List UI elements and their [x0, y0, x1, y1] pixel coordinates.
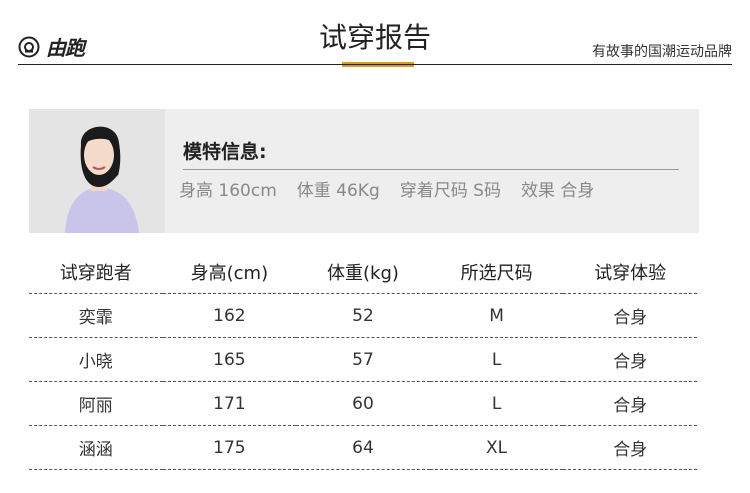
- cell-weight: 57: [296, 337, 430, 382]
- table-row: 小晓 165 57 L 合身: [29, 337, 697, 382]
- table-row: 阿丽 171 60 L 合身: [29, 381, 697, 426]
- model-section-title: 模特信息:: [183, 141, 267, 163]
- cell-experience: 合身: [563, 425, 697, 470]
- model-details: 身高 160cm 体重 46Kg 穿着尺码 S码 效果 合身: [179, 176, 614, 201]
- cell-size: M: [429, 293, 564, 338]
- model-divider: [183, 169, 679, 170]
- cell-height: 171: [162, 381, 297, 426]
- cell-runner: 阿丽: [29, 381, 163, 426]
- header-experience: 试穿体验: [563, 250, 697, 294]
- cell-weight: 52: [296, 293, 430, 338]
- cell-weight: 64: [296, 425, 430, 470]
- cell-weight: 60: [296, 381, 430, 426]
- cell-runner: 小晓: [29, 337, 163, 382]
- table-row: 涵涵 175 64 XL 合身: [29, 425, 697, 470]
- cell-size: XL: [429, 425, 564, 470]
- header-weight: 体重(kg): [296, 250, 430, 294]
- cell-height: 165: [162, 337, 297, 382]
- header-divider: [18, 64, 732, 65]
- cell-runner: 奕霏: [29, 293, 163, 338]
- cell-experience: 合身: [563, 293, 697, 338]
- cell-height: 162: [162, 293, 297, 338]
- model-size: 穿着尺码 S码: [399, 181, 501, 201]
- cell-height: 175: [162, 425, 297, 470]
- cell-size: L: [429, 381, 564, 426]
- model-effect: 效果 合身: [520, 181, 595, 201]
- fit-table: 试穿跑者 身高(cm) 体重(kg) 所选尺码 试穿体验 奕霏 162 52 M…: [29, 250, 697, 470]
- table-header-row: 试穿跑者 身高(cm) 体重(kg) 所选尺码 试穿体验: [29, 250, 697, 294]
- header-height: 身高(cm): [162, 250, 297, 294]
- header-runner: 试穿跑者: [29, 250, 163, 294]
- model-height: 身高 160cm: [179, 181, 277, 201]
- model-weight: 体重 46Kg: [296, 181, 380, 201]
- brand-slogan: 有故事的国潮运动品牌: [592, 44, 732, 60]
- cell-experience: 合身: [563, 337, 697, 382]
- cell-runner: 涵涵: [29, 425, 163, 470]
- model-photo: [29, 109, 165, 233]
- table-row: 奕霏 162 52 M 合身: [29, 293, 697, 338]
- cell-experience: 合身: [563, 381, 697, 426]
- header-size: 所选尺码: [429, 250, 564, 294]
- cell-size: L: [429, 337, 564, 382]
- model-info-card: 模特信息: 身高 160cm 体重 46Kg 穿着尺码 S码 效果 合身: [29, 109, 699, 233]
